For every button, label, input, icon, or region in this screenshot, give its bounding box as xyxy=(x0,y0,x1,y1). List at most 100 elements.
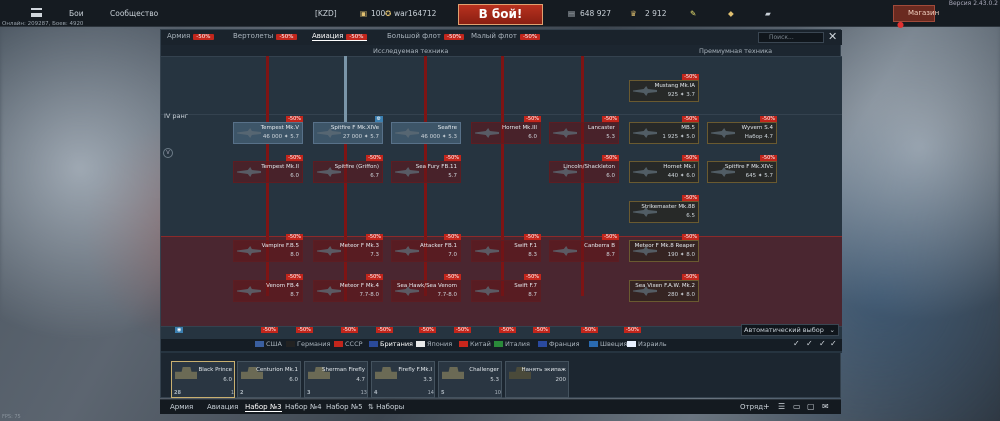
vehicle-card[interactable]: Canberra B 8.7 -50% xyxy=(549,234,619,262)
lightbulb-icon[interactable]: ✎ xyxy=(690,9,696,18)
aircraft-icon xyxy=(475,286,499,296)
window-icon[interactable]: ▭ xyxy=(793,402,801,411)
crew-slot[interactable]: Black Prince 6.0 1 28 xyxy=(171,361,235,398)
researched-header: Исследуемая техника xyxy=(373,47,449,55)
vehicle-card[interactable]: Spitfire F Mk.XIVc 645 ✦ 5.7 -50% xyxy=(707,155,777,183)
plus-icon[interactable]: + xyxy=(763,402,770,411)
vehicle-card[interactable]: Attacker FB.1 7.0 -50% xyxy=(391,234,461,262)
mail-icon[interactable]: ✉ xyxy=(822,402,829,411)
search-input[interactable]: Поиск... xyxy=(758,32,824,43)
vehicle-card[interactable]: Sea Fury FB.11 5.7 -50% xyxy=(391,155,461,183)
nation-israel[interactable]: Израиль xyxy=(627,340,667,348)
crew-slot[interactable]: Firefly F.Mk.I 3.3 14 4 xyxy=(371,361,435,398)
close-icon[interactable]: ✕ xyxy=(828,30,837,43)
crew-slot[interactable]: Sherman Firefly 4.7 13 3 xyxy=(304,361,368,398)
aircraft-icon xyxy=(317,286,341,296)
nation-ussr[interactable]: СССР xyxy=(334,340,363,348)
silver-lions-icon: ▤ xyxy=(568,9,576,18)
preset-set-4[interactable]: Набор №4 xyxy=(285,403,322,411)
player-nickname[interactable]: war164712 xyxy=(394,9,436,18)
vehicle-card[interactable]: Lancaster 5.3 -50% xyxy=(549,116,619,144)
vehicle-card[interactable]: Sea Hawk/Sea Venom 7.7-8.0 -50% xyxy=(391,274,461,302)
chat-icon[interactable]: ▢ xyxy=(807,402,815,411)
aircraft-icon xyxy=(711,128,735,138)
preset-bar: Армия Авиация Набор №3 Набор №4 Набор №5… xyxy=(160,399,841,414)
nation-britain[interactable]: Британия xyxy=(369,340,413,348)
preset-aviation[interactable]: Авиация xyxy=(207,403,238,411)
vehicle-card[interactable]: Wyvern S.4 Набор 4.7 -50% xyxy=(707,116,777,144)
nation-germany[interactable]: Германия xyxy=(286,340,330,348)
crew-slot[interactable]: Challenger 5.3 10 5 xyxy=(438,361,502,398)
check-icon[interactable]: ✓ xyxy=(819,339,826,348)
tab-aviation[interactable]: Авиация -50% xyxy=(312,32,367,41)
eagles-icon: ♛ xyxy=(630,9,637,18)
vehicle-type-tabs: Армия -50% Вертолеты -50% Авиация -50% Боль… xyxy=(161,30,842,45)
tab-army[interactable]: Армия -50% xyxy=(167,32,214,40)
aircraft-icon xyxy=(375,367,397,379)
vehicle-card[interactable]: Seafire 46 000 ✦ 5.3 xyxy=(391,122,461,144)
vehicle-card[interactable]: MB.5 1 925 ✦ 5.0 -50% xyxy=(629,116,699,144)
vehicle-card[interactable]: Spitfire (Griffon) 6.7 -50% xyxy=(313,155,383,183)
nation-japan[interactable]: Япония xyxy=(416,340,452,348)
flag-icon xyxy=(369,341,378,347)
community-menu[interactable]: Сообщество xyxy=(110,9,158,18)
nation-france[interactable]: Франция xyxy=(538,340,580,348)
wrench-icon[interactable]: ✓ xyxy=(793,339,800,348)
filter-icon[interactable]: ◉ xyxy=(175,327,184,333)
vehicle-card[interactable]: Swift F.1 8.3 -50% xyxy=(471,234,541,262)
check-icon[interactable]: ✓ xyxy=(806,339,813,348)
nation-china[interactable]: Китай xyxy=(459,340,491,348)
aircraft-icon xyxy=(553,246,577,256)
vehicle-card[interactable]: Hornet Mk.I 440 ✦ 6.0 -50% xyxy=(629,155,699,183)
preset-set-5[interactable]: Набор №5 xyxy=(326,403,363,411)
rank-discount-row: ◉ -50% -50% -50% -50% -50% -50% -50% -50… xyxy=(161,326,842,338)
check-icon[interactable]: ✓ xyxy=(830,339,837,348)
vehicle-card[interactable]: Strikemaster Mk.88 6.5 -50% xyxy=(629,195,699,223)
vehicle-card[interactable]: Meteor F Mk.4 7.7-8.0 -50% xyxy=(313,274,383,302)
tab-helicopters[interactable]: Вертолеты -50% xyxy=(233,32,297,40)
coupon-icon[interactable]: ▰ xyxy=(765,9,771,18)
preset-army[interactable]: Армия xyxy=(170,403,193,411)
aircraft-icon xyxy=(475,246,499,256)
vehicle-card[interactable]: Mustang Mk.IA 925 ✦ 3.7 -50% xyxy=(629,74,699,102)
vehicle-card[interactable]: Sea Vixen F.A.W. Mk.2 280 ✦ 8.0 -50% xyxy=(629,274,699,302)
flag-icon xyxy=(334,341,343,347)
squad-label: Отряд: xyxy=(740,403,766,411)
vehicle-card[interactable]: Swift F.7 8.7 -50% xyxy=(471,274,541,302)
vehicle-card[interactable]: Meteor F Mk.3 7.3 -50% xyxy=(313,234,383,262)
vehicle-card[interactable]: Venom FB.4 8.7 -50% xyxy=(233,274,303,302)
battles-menu[interactable]: Бои xyxy=(69,9,84,18)
crew-slot[interactable]: Centurion Mk.1 6.0 2 xyxy=(237,361,301,398)
presets-button[interactable]: ⇅ Наборы xyxy=(368,403,404,411)
discount-badge: -50% xyxy=(454,327,471,333)
auto-select-dropdown[interactable]: Автоматический выбор ⌄ xyxy=(741,324,839,336)
aircraft-icon xyxy=(633,128,657,138)
rank-up-icon[interactable]: ◆ xyxy=(728,9,734,18)
vehicle-card[interactable]: Lincoln/Shackleton 6.0 -50% xyxy=(549,155,619,183)
nation-usa[interactable]: США xyxy=(255,340,282,348)
research-tree[interactable]: IV ранг Ⅴ Mustang Mk.IA 925 ✦ 3.7 -50% Tem… xyxy=(161,56,842,353)
flag-icon xyxy=(255,341,264,347)
hire-crew-slot[interactable]: Нанять экипаж 200 xyxy=(505,361,569,398)
rank-scroll-indicator[interactable]: Ⅴ xyxy=(163,148,173,158)
aircraft-icon xyxy=(633,86,657,96)
vehicle-card[interactable]: Tempest Mk.V 46 000 ✦ 5.7 -50% xyxy=(233,116,303,144)
aircraft-icon xyxy=(395,128,419,138)
nation-italy[interactable]: Италия xyxy=(494,340,530,348)
to-battle-button[interactable]: В бой! xyxy=(458,4,543,25)
shop-label: Магазин xyxy=(908,9,940,17)
list-icon[interactable]: ☰ xyxy=(778,402,785,411)
discount-badge: -50% xyxy=(261,327,278,333)
tab-coastal-fleet[interactable]: Малый флот -50% xyxy=(471,32,541,40)
vehicle-card[interactable]: Tempest Mk.II 6.0 -50% xyxy=(233,155,303,183)
discount-badge: -50% xyxy=(419,327,436,333)
menu-icon[interactable] xyxy=(31,8,42,17)
vehicle-card[interactable]: Vampire F.B.5 8.0 -50% xyxy=(233,234,303,262)
vehicle-card[interactable]: Meteor F Mk.8 Reaper 190 ✦ 8.0 -50% xyxy=(629,234,699,262)
nation-sweden[interactable]: Швеция xyxy=(589,340,627,348)
preset-set-3[interactable]: Набор №3 xyxy=(245,403,282,412)
vehicle-card[interactable]: Hornet Mk.III 6.0 -50% xyxy=(471,116,541,144)
tab-bluewater-fleet[interactable]: Большой флот -50% xyxy=(387,32,465,40)
vehicle-card[interactable]: Spitfire F Mk.XIVe 27 000 ✦ 5.7 ⚙ xyxy=(313,116,383,144)
shop-alert-icon[interactable]: ● xyxy=(897,20,904,29)
